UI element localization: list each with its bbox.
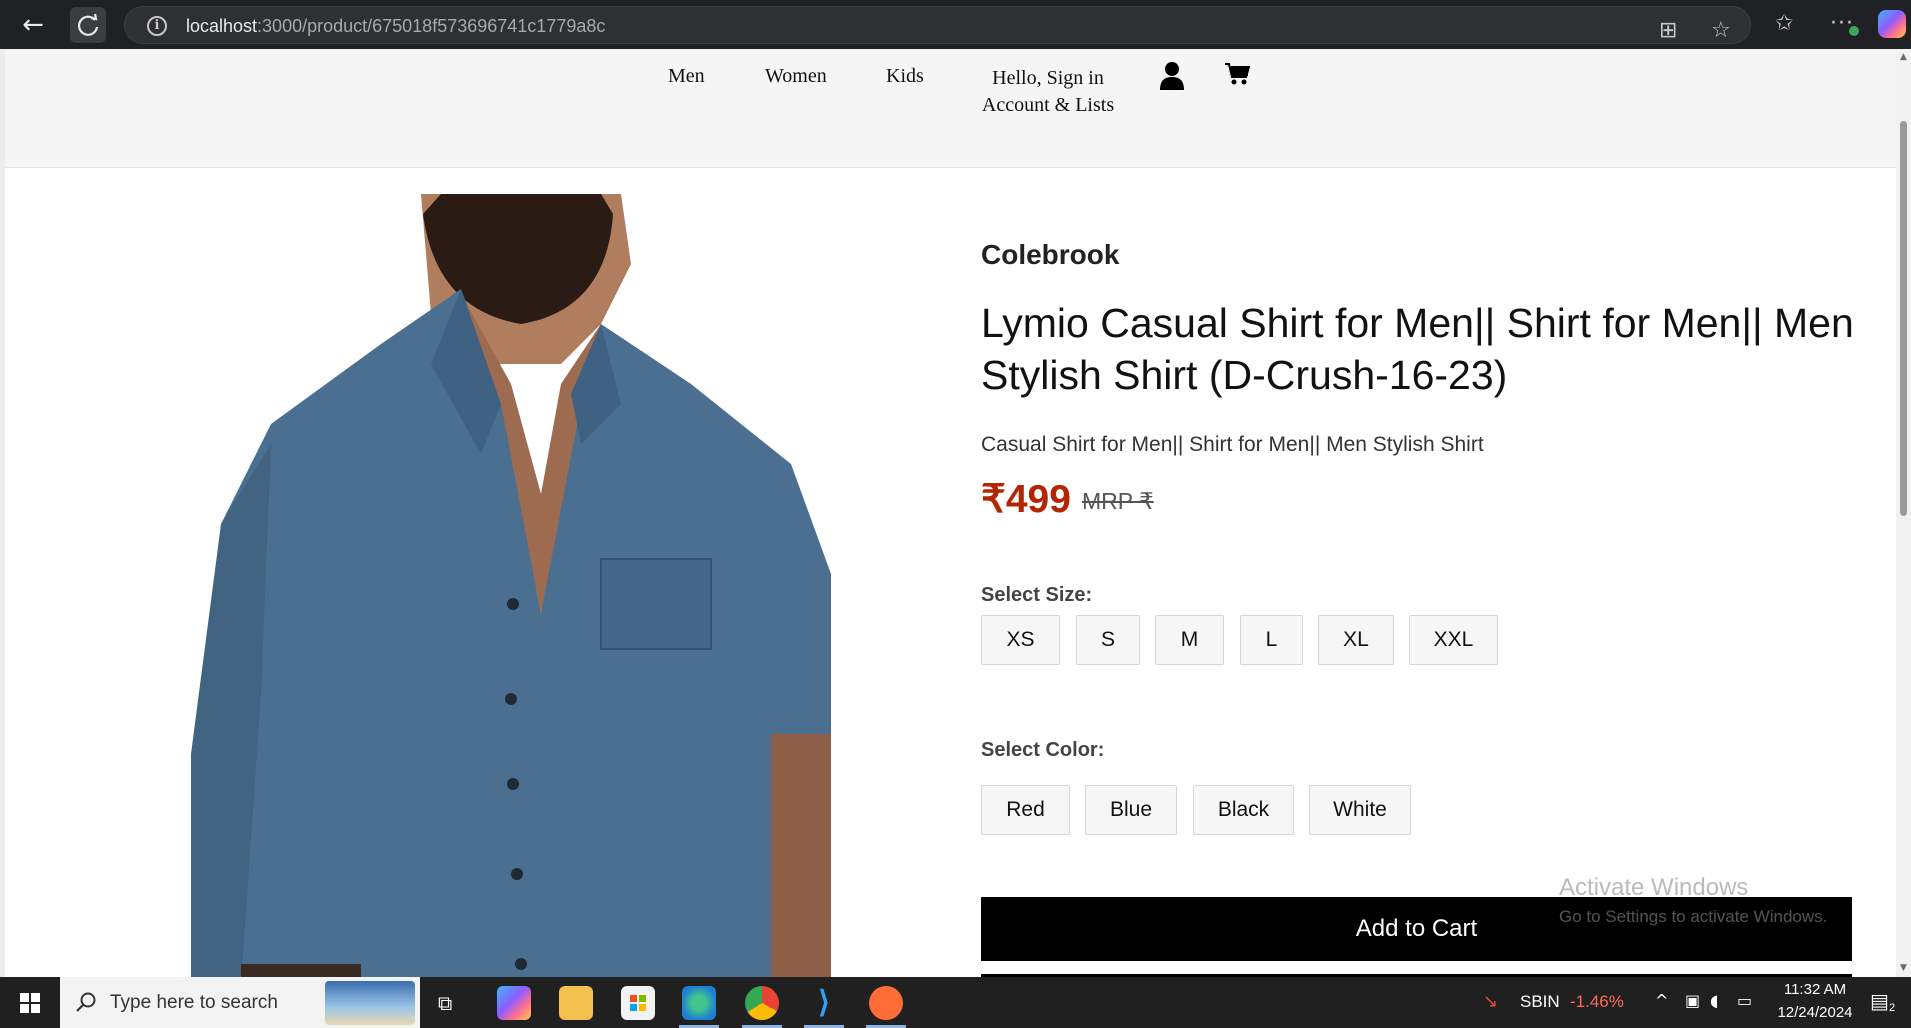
taskbar-search-placeholder: Type here to search — [110, 992, 278, 1013]
color-option-white[interactable]: White — [1309, 785, 1411, 835]
activate-windows-title: Activate Windows — [1559, 874, 1749, 901]
reload-icon[interactable] — [70, 7, 106, 43]
product-title: Lymio Casual Shirt for Men|| Shirt for M… — [981, 300, 1854, 398]
color-option-black[interactable]: Black — [1193, 785, 1294, 835]
scroll-down-icon[interactable]: ▼ — [1898, 963, 1909, 973]
color-label: Select Color: — [981, 739, 1105, 761]
scroll-up-icon[interactable]: ▲ — [1898, 52, 1909, 62]
site-info-icon[interactable]: i — [147, 16, 167, 36]
taskbar-search-box[interactable]: Type here to search — [60, 977, 420, 1028]
user-icon[interactable] — [1159, 61, 1185, 96]
clock-date[interactable]: 12/24/2024 — [1770, 1004, 1860, 1021]
vscode-icon[interactable]: ⟩ — [807, 986, 841, 1020]
file-explorer-icon[interactable] — [559, 986, 593, 1020]
browser-toolbar: ← i localhost:3000/product/675018f573696… — [0, 0, 1911, 49]
size-option-m[interactable]: M — [1155, 615, 1224, 665]
notification-icon[interactable]: ▤ — [1870, 989, 1889, 1013]
cart-icon[interactable] — [1224, 61, 1251, 92]
account-link[interactable]: Hello, Sign in Account & Lists — [973, 65, 1123, 119]
clock-time[interactable]: 11:32 AM — [1775, 981, 1855, 998]
size-option-l[interactable]: L — [1240, 615, 1303, 665]
page-scrollbar[interactable]: ▲ ▼ — [1896, 49, 1911, 977]
back-arrow-icon[interactable]: ← — [15, 7, 51, 43]
product-price: ₹499 — [981, 478, 1071, 521]
stock-trend-icon: ↘ — [1483, 991, 1499, 1012]
nav-kids[interactable]: Kids — [886, 65, 924, 88]
url-text: localhost:3000/product/675018f573696741c… — [186, 16, 606, 36]
color-option-red[interactable]: Red — [981, 785, 1070, 835]
edge-browser-icon[interactable] — [682, 986, 716, 1020]
product-subtitle: Casual Shirt for Men|| Shirt for Men|| M… — [981, 433, 1484, 456]
favorites-list-icon[interactable]: ✩ — [1775, 10, 1793, 38]
size-option-xs[interactable]: XS — [981, 615, 1060, 665]
copilot-icon[interactable] — [1878, 10, 1906, 38]
size-option-xl[interactable]: XL — [1318, 615, 1394, 665]
nav-men[interactable]: Men — [668, 65, 705, 88]
volume-icon[interactable]: ◖ — [1710, 991, 1718, 1010]
show-hidden-icons-icon[interactable]: ^ — [1655, 991, 1668, 1010]
battery-icon[interactable]: ▭ — [1737, 991, 1752, 1010]
activate-windows-subtitle: Go to Settings to activate Windows. — [1559, 907, 1828, 926]
extension-badge-icon — [1849, 26, 1859, 36]
split-screen-icon[interactable]: ⊞ — [1659, 17, 1677, 45]
product-image — [131, 194, 831, 977]
nav-women[interactable]: Women — [765, 65, 827, 88]
search-icon — [76, 992, 96, 1012]
address-bar[interactable]: i localhost:3000/product/675018f57369674… — [124, 6, 1751, 44]
windows-start-icon[interactable] — [0, 977, 60, 1028]
product-mrp: MRP ₹ — [1082, 488, 1154, 514]
stock-symbol[interactable]: SBIN — [1520, 992, 1560, 1012]
account-lists: Account & Lists — [981, 94, 1115, 116]
size-option-s[interactable]: S — [1076, 615, 1140, 665]
search-highlight-image — [325, 981, 415, 1025]
product-brand: Colebrook — [981, 239, 1120, 270]
web-page: Men Women Kids Hello, Sign in Account & … — [0, 49, 1896, 977]
size-option-xxl[interactable]: XXL — [1409, 615, 1498, 665]
stock-change: -1.46% — [1570, 992, 1624, 1011]
account-greeting: Hello, Sign in — [992, 67, 1104, 89]
size-label: Select Size: — [981, 584, 1093, 606]
microsoft-store-icon[interactable] — [621, 986, 655, 1020]
windows-taskbar: Type here to search ⧉ ⟩ ↘ SBIN -1.46% ^ … — [0, 977, 1911, 1028]
site-header: Men Women Kids Hello, Sign in Account & … — [5, 49, 1896, 168]
copilot-taskbar-icon[interactable] — [497, 986, 531, 1020]
task-view-icon[interactable]: ⧉ — [438, 991, 452, 1015]
meet-now-icon[interactable]: ▣ — [1685, 991, 1700, 1010]
color-option-blue[interactable]: Blue — [1085, 785, 1177, 835]
postman-icon[interactable] — [869, 986, 903, 1020]
scroll-thumb[interactable] — [1900, 121, 1907, 516]
chrome-icon[interactable] — [745, 986, 779, 1020]
favorite-star-icon[interactable]: ☆ — [1711, 17, 1731, 45]
notification-count: 2 — [1889, 1002, 1896, 1014]
